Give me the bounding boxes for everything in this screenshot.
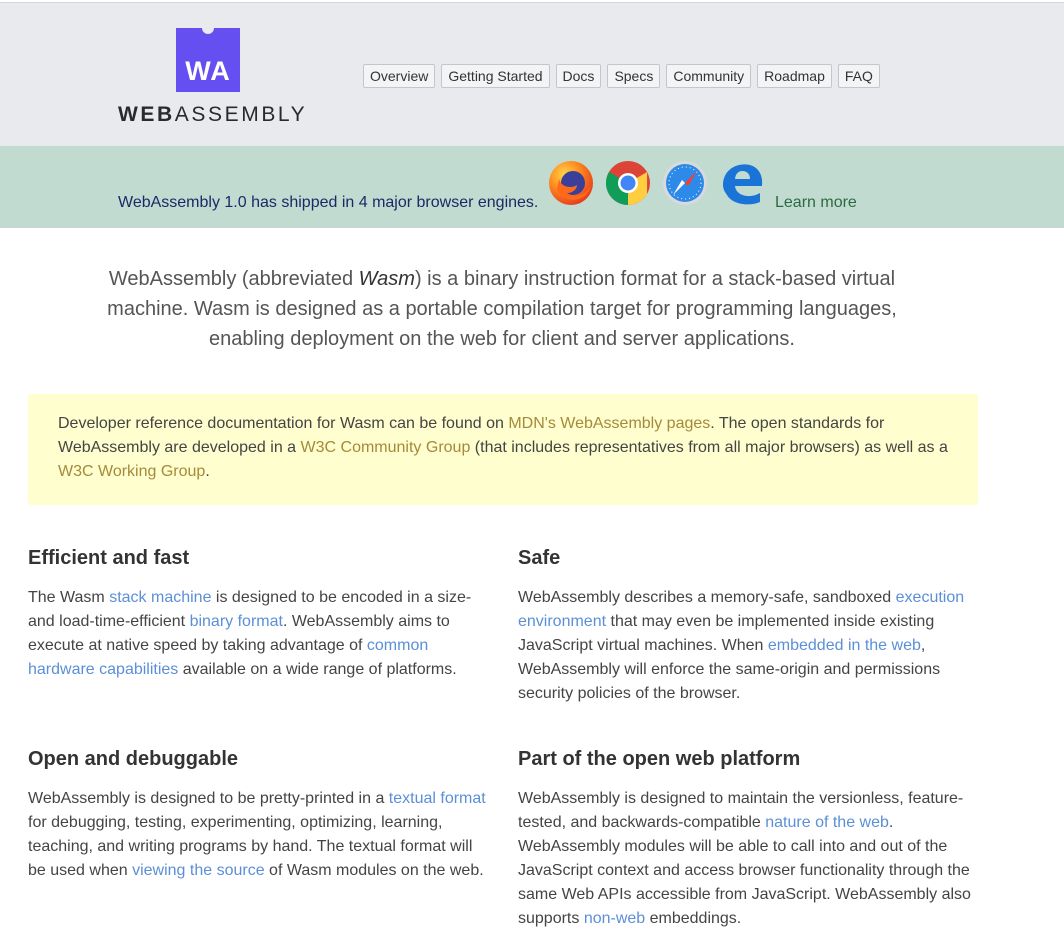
nav-community[interactable]: Community (666, 64, 752, 88)
main-nav: Overview Getting Started Docs Specs Comm… (363, 64, 880, 88)
firefox-icon (549, 161, 593, 205)
feature-efficient-title: Efficient and fast (28, 547, 190, 569)
logo-wordmark[interactable]: WEBASSEMBLY (118, 103, 307, 127)
nav-faq[interactable]: FAQ (837, 64, 880, 88)
feature-safe: Safe WebAssembly describes a memory-safe… (518, 546, 978, 706)
open-text-1: WebAssembly is designed to be pretty-pri… (28, 790, 389, 807)
developer-note: Developer reference documentation for Wa… (28, 394, 978, 505)
logo-word-rest: ASSEMBLY (174, 103, 308, 126)
platform-text-1: WebAssembly is designed to maintain the … (518, 790, 964, 831)
feature-platform: Part of the open web platform WebAssembl… (518, 747, 978, 931)
nav-roadmap[interactable]: Roadmap (757, 64, 832, 88)
nav-getting-started[interactable]: Getting Started (441, 64, 550, 88)
feature-platform-text: WebAssembly is designed to maintain the … (518, 787, 978, 931)
chrome-icon (606, 161, 650, 205)
mdn-link[interactable]: MDN's WebAssembly pages (508, 415, 710, 432)
safari-icon (663, 161, 707, 205)
efficient-text-4: available on a wide range of platforms. (178, 661, 457, 678)
viewing-source-link[interactable]: viewing the source (132, 862, 265, 879)
note-text-1: Developer reference documentation for Wa… (58, 415, 509, 432)
logo-notch (202, 22, 214, 34)
binary-format-link[interactable]: binary format (190, 613, 283, 630)
w3c-community-group-link[interactable]: W3C Community Group (301, 439, 471, 456)
intro-paragraph: WebAssembly (abbreviated Wasm) is a bina… (102, 264, 902, 354)
note-text-3: (that includes representatives from all … (470, 439, 948, 456)
feature-safe-text: WebAssembly describes a memory-safe, san… (518, 586, 978, 706)
intro-before: WebAssembly (abbreviated (108, 268, 359, 290)
nature-of-web-link[interactable]: nature of the web (765, 814, 889, 831)
browser-support-banner: WebAssembly 1.0 has shipped in 4 major b… (0, 146, 1064, 228)
feature-platform-title: Part of the open web platform (518, 748, 801, 770)
nav-specs[interactable]: Specs (607, 64, 661, 88)
efficient-text-1: The Wasm (28, 589, 110, 606)
w3c-working-group-link[interactable]: W3C Working Group (58, 463, 205, 480)
stack-machine-link[interactable]: stack machine (109, 589, 211, 606)
learn-more-link[interactable]: Learn more (775, 194, 857, 212)
platform-text-3: embeddings. (645, 910, 742, 927)
note-text-4: . (205, 463, 210, 480)
logo-word-bold: WEB (118, 103, 175, 126)
site-header: WA WEBASSEMBLY Overview Getting Started … (0, 2, 1064, 147)
intro-em: Wasm (358, 268, 415, 290)
non-web-link[interactable]: non-web (584, 910, 645, 927)
feature-open: Open and debuggable WebAssembly is desig… (28, 747, 493, 883)
nav-docs[interactable]: Docs (555, 64, 602, 88)
logo-letters: WA (185, 56, 231, 86)
textual-format-link[interactable]: textual format (389, 790, 486, 807)
edge-icon (723, 164, 763, 205)
feature-open-title: Open and debuggable (28, 748, 239, 770)
feature-efficient: Efficient and fast The Wasm stack machin… (28, 546, 483, 682)
webassembly-logo-icon[interactable]: WA (176, 22, 240, 92)
nav-overview[interactable]: Overview (363, 64, 436, 88)
banner-text: WebAssembly 1.0 has shipped in 4 major b… (118, 194, 539, 211)
feature-safe-title: Safe (518, 547, 561, 569)
feature-open-text: WebAssembly is designed to be pretty-pri… (28, 787, 493, 883)
safe-text-1: WebAssembly describes a memory-safe, san… (518, 589, 896, 606)
embedded-in-web-link[interactable]: embedded in the web (768, 637, 921, 654)
open-text-3: of Wasm modules on the web. (264, 862, 484, 879)
feature-efficient-text: The Wasm stack machine is designed to be… (28, 586, 483, 682)
